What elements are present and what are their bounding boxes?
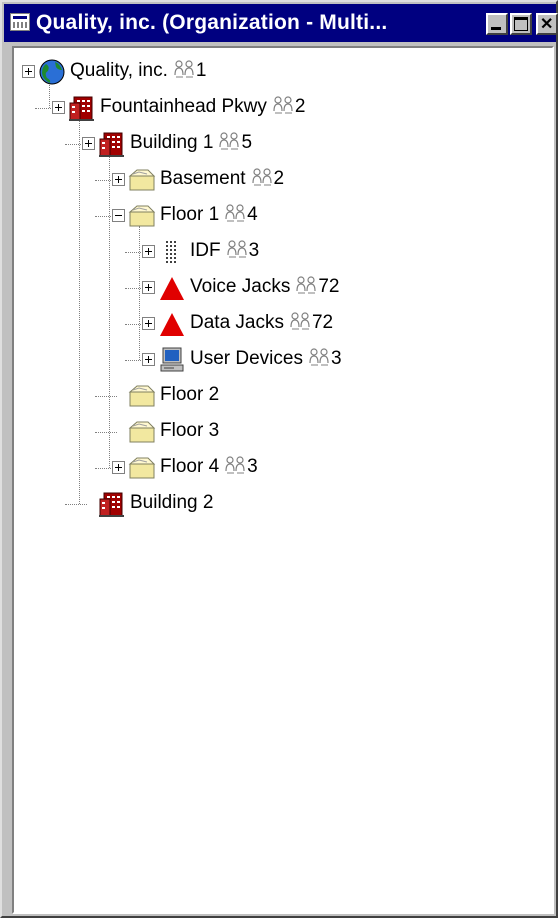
tree-node-label: Building 2 <box>130 492 213 514</box>
node-name: Floor 2 <box>160 384 220 405</box>
tree-panel[interactable]: Quality, inc. 1 Fountainhead Pkwy 2 Building… <box>12 46 554 914</box>
folder-icon <box>128 418 156 446</box>
tree-node[interactable]: Floor 3 <box>14 416 544 448</box>
expand-toggle[interactable] <box>22 65 35 78</box>
people-icon <box>251 168 274 186</box>
tree-node[interactable]: Quality, inc. 1 <box>14 56 544 88</box>
node-name: Data Jacks <box>190 312 284 333</box>
tree-node[interactable]: Floor 4 3 <box>14 452 544 484</box>
node-count: 3 <box>248 240 260 261</box>
tree-node-label: Basement 2 <box>160 168 284 190</box>
node-count: 72 <box>311 312 334 333</box>
expand-toggle[interactable] <box>112 173 125 186</box>
window-list-icon[interactable] <box>10 13 30 31</box>
people-icon <box>225 456 247 474</box>
people-icon <box>273 96 295 114</box>
node-count: 1 <box>195 60 207 81</box>
tree-node[interactable]: User Devices 3 <box>14 344 544 376</box>
node-name: Floor 4 <box>160 456 220 477</box>
window-title: Quality, inc. (Organization - Multi... <box>36 11 388 34</box>
tree-node[interactable]: Floor 1 4 <box>14 200 544 232</box>
node-name: Quality, inc. <box>70 60 168 81</box>
people-icon <box>296 276 318 294</box>
node-name: Voice Jacks <box>190 276 291 297</box>
people-icon <box>309 348 331 366</box>
tree-node-label: Fountainhead Pkwy 2 <box>100 96 305 118</box>
building-icon <box>68 94 96 122</box>
organization-tree: Quality, inc. 1 Fountainhead Pkwy 2 Building… <box>14 48 552 912</box>
title-bar[interactable]: Quality, inc. (Organization - Multi... <box>4 4 558 42</box>
patch-panel-icon <box>158 238 186 266</box>
node-count: 72 <box>318 276 340 297</box>
folder-icon <box>128 166 156 194</box>
tree-node[interactable]: Basement 2 <box>14 164 544 196</box>
building-icon <box>98 130 126 158</box>
organization-window: Quality, inc. (Organization - Multi... Q… <box>0 0 558 918</box>
tree-node-label: IDF 3 <box>190 240 259 262</box>
folder-icon <box>128 202 156 230</box>
tree-node[interactable]: Floor 2 <box>14 380 544 412</box>
node-count: 4 <box>247 204 258 225</box>
expand-toggle[interactable] <box>82 137 95 150</box>
node-name: Building 2 <box>130 492 214 513</box>
node-name: Basement <box>160 168 246 189</box>
collapse-toggle[interactable] <box>112 209 125 222</box>
tree-node-label: Quality, inc. 1 <box>70 60 206 82</box>
maximize-button[interactable] <box>510 13 532 35</box>
tree-node-label: Floor 1 4 <box>160 204 258 226</box>
folder-icon <box>128 454 156 482</box>
node-count: 2 <box>294 96 306 117</box>
node-name: Fountainhead Pkwy <box>100 96 267 117</box>
tree-node-label: Building 1 5 <box>130 132 252 154</box>
people-icon <box>290 312 312 330</box>
expand-toggle[interactable] <box>112 461 125 474</box>
node-count: 3 <box>247 456 258 477</box>
minimize-button[interactable] <box>486 13 508 35</box>
tree-node[interactable]: Data Jacks 72 <box>14 308 544 340</box>
tree-node-label: Voice Jacks 72 <box>190 276 339 298</box>
expand-toggle[interactable] <box>142 245 155 258</box>
tree-node[interactable]: Voice Jacks 72 <box>14 272 544 304</box>
tree-node-label: Floor 3 <box>160 420 219 442</box>
node-name: Floor 1 <box>160 204 220 225</box>
node-count: 5 <box>241 132 253 153</box>
tree-node[interactable]: Fountainhead Pkwy 2 <box>14 92 544 124</box>
tree-node[interactable]: Building 1 5 <box>14 128 544 160</box>
tree-node[interactable]: Building 2 <box>14 488 544 520</box>
tree-node-label: User Devices 3 <box>190 348 342 370</box>
node-name: User Devices <box>190 348 303 369</box>
building-icon <box>98 490 126 518</box>
tree-node-label: Floor 4 3 <box>160 456 258 478</box>
tree-node-label: Data Jacks 72 <box>190 312 333 334</box>
warning-triangle-icon <box>158 274 186 302</box>
tree-node[interactable]: IDF 3 <box>14 236 544 268</box>
expand-toggle[interactable] <box>52 101 65 114</box>
people-icon <box>227 240 249 258</box>
node-name: IDF <box>190 240 221 261</box>
expand-toggle[interactable] <box>142 317 155 330</box>
people-icon <box>174 60 196 78</box>
node-name: Floor 3 <box>160 420 220 441</box>
node-count: 3 <box>330 348 342 369</box>
close-button[interactable] <box>536 13 558 35</box>
people-icon <box>219 132 241 150</box>
globe-icon <box>38 58 66 86</box>
folder-icon <box>128 382 156 410</box>
node-name: Building 1 <box>130 132 214 153</box>
expand-toggle[interactable] <box>142 353 155 366</box>
computer-icon <box>158 346 186 374</box>
node-count: 2 <box>273 168 285 189</box>
tree-node-label: Floor 2 <box>160 384 219 406</box>
expand-toggle[interactable] <box>142 281 155 294</box>
people-icon <box>225 204 247 222</box>
warning-triangle-icon <box>158 310 186 338</box>
